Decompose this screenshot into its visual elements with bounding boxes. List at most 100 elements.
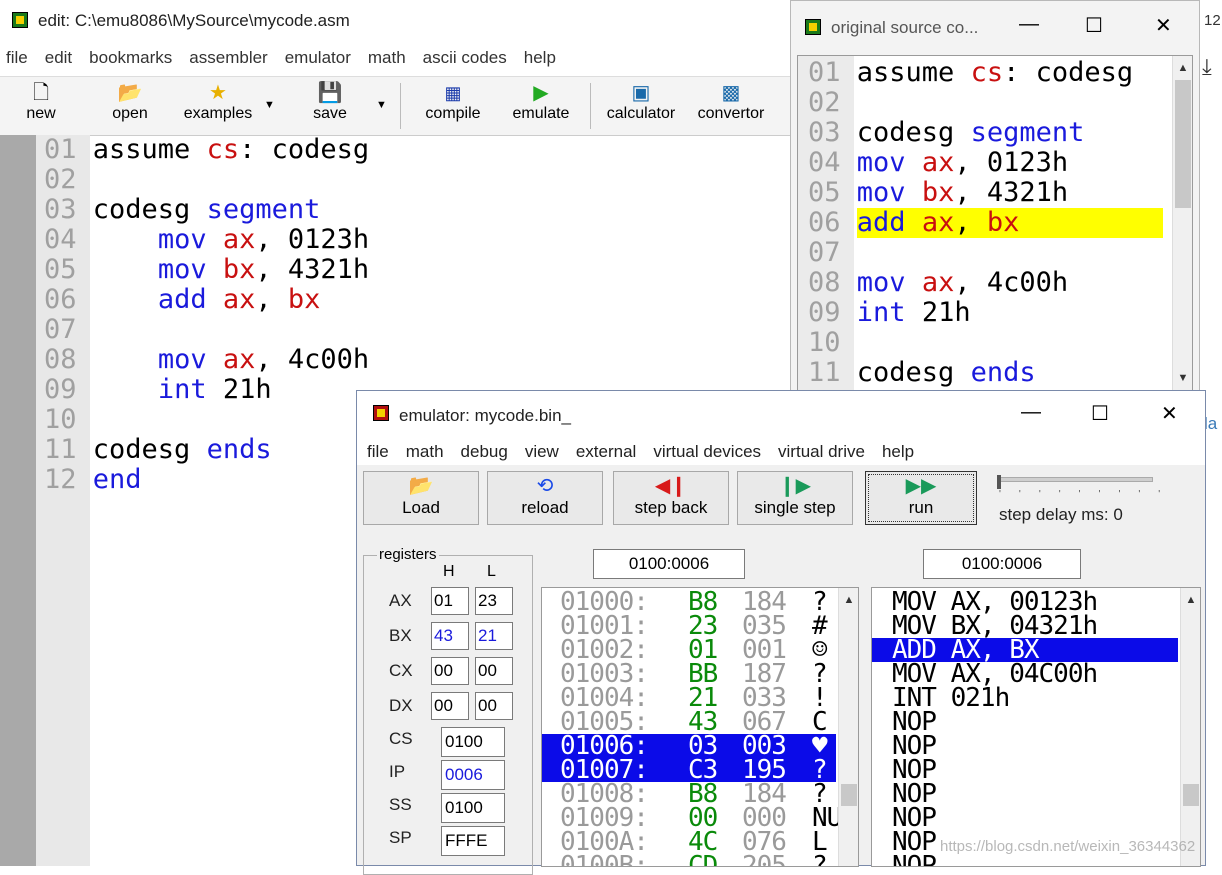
segment-register-field[interactable]: 0006 — [441, 760, 505, 790]
editor-code-line[interactable]: 07 — [44, 315, 93, 345]
editor-code-line[interactable]: 10 — [44, 405, 93, 435]
disasm-scroll-thumb[interactable] — [1183, 784, 1199, 806]
memory-list-frame: 01000: B8 184? 01001: 23 035 #01002: 01 001 ☺ 0100… — [541, 587, 859, 867]
editor-code-line[interactable]: 11 codesg ends — [44, 435, 272, 465]
register-l-field[interactable]: 23 — [475, 587, 513, 615]
register-h-field[interactable]: 00 — [431, 692, 469, 720]
emulator-minimize-button[interactable]: — — [1021, 401, 1041, 424]
editor-code-line[interactable]: 12 end — [44, 465, 142, 495]
register-h-field[interactable]: 01 — [431, 587, 469, 615]
source-close-button[interactable]: ✕ — [1155, 13, 1172, 38]
source-code-line[interactable]: 06 add ax, bx — [808, 208, 1163, 238]
convertor-button[interactable]: ▩ convertor — [688, 81, 774, 123]
menu-ascii-codes[interactable]: ascii codes — [423, 48, 507, 68]
compile-button[interactable]: ▦ compile — [414, 81, 492, 123]
code-token: ax — [921, 207, 955, 238]
emu-menu-view[interactable]: view — [525, 442, 559, 462]
calculator-button[interactable]: ▣ calculator — [598, 81, 684, 123]
register-h-field[interactable]: 00 — [431, 657, 469, 685]
emu-menu-file[interactable]: file — [367, 442, 389, 462]
menu-assembler[interactable]: assembler — [189, 48, 267, 68]
scroll-down-arrow-icon[interactable]: ▼ — [1173, 368, 1192, 388]
load-button[interactable]: 📂 Load — [363, 471, 479, 525]
menu-emulator[interactable]: emulator — [285, 48, 351, 68]
editor-code-line[interactable]: 09 int 21h — [44, 375, 272, 405]
emulate-button[interactable]: ▶ emulate — [504, 81, 578, 123]
register-l-field[interactable]: 00 — [475, 657, 513, 685]
step-delay-slider[interactable]: ''''''''' — [997, 475, 1160, 500]
memory-row[interactable]: 0100B: CD 205? — [542, 853, 836, 866]
source-scrollbar[interactable]: ▲ ▼ — [1172, 56, 1192, 390]
line-number: 02 — [808, 87, 841, 118]
emu-menu-help[interactable]: help — [882, 442, 914, 462]
emu-menu-external[interactable]: external — [576, 442, 636, 462]
emu-menu-debug[interactable]: debug — [461, 442, 508, 462]
single-step-button[interactable]: ❙▶ single step — [737, 471, 853, 525]
open-button[interactable]: 📂 open — [100, 81, 160, 123]
scroll-up-arrow-icon[interactable]: ▲ — [1181, 590, 1200, 610]
editor-code-line[interactable]: 06 add ax, bx — [44, 285, 320, 315]
source-code-line[interactable]: 11 codesg ends — [808, 358, 1036, 388]
disasm-list-frame: MOV AX, 00123h MOV BX, 04321h ADD AX, BX MO… — [871, 587, 1201, 867]
memory-scrollbar[interactable]: ▲ — [838, 588, 858, 866]
editor-code-line[interactable]: 08 mov ax, 4c00h — [44, 345, 369, 375]
source-code-line[interactable]: 09 int 21h — [808, 298, 971, 328]
disasm-address-field[interactable]: 0100:0006 — [923, 549, 1081, 579]
source-code-line[interactable]: 03 codesg segment — [808, 118, 1084, 148]
memory-list[interactable]: 01000: B8 184? 01001: 23 035 #01002: 01 001 ☺ 0100… — [542, 589, 842, 866]
menu-bookmarks[interactable]: bookmarks — [89, 48, 172, 68]
source-code-area[interactable]: 01 assume cs: codesg 02 03 codesg segment… — [798, 58, 1170, 390]
emulator-close-button[interactable]: ✕ — [1161, 401, 1178, 426]
run-icon: ▶▶ — [905, 475, 937, 497]
scroll-up-arrow-icon[interactable]: ▲ — [1173, 58, 1192, 78]
disassembly-row[interactable]: NOP — [872, 853, 1178, 866]
register-l-field[interactable]: 21 — [475, 622, 513, 650]
editor-code-line[interactable]: 02 — [44, 165, 93, 195]
memory-address-field[interactable]: 0100:0006 — [593, 549, 745, 579]
editor-code-line[interactable]: 04 mov ax, 0123h — [44, 225, 369, 255]
code-token: codesg — [92, 434, 207, 465]
editor-code-line[interactable]: 03 codesg segment — [44, 195, 320, 225]
memory-scroll-thumb[interactable] — [841, 784, 857, 806]
save-dropdown-arrow[interactable]: ▼ — [376, 99, 387, 111]
save-button[interactable]: 💾 save — [304, 81, 356, 123]
emu-menu-virtual-devices[interactable]: virtual devices — [653, 442, 761, 462]
segment-register-field[interactable]: FFFE — [441, 826, 505, 856]
menu-math[interactable]: math — [368, 48, 406, 68]
segment-register-field[interactable]: 0100 — [441, 727, 505, 757]
source-code-line[interactable]: 08 mov ax, 4c00h — [808, 268, 1068, 298]
source-code-line[interactable]: 02 — [808, 88, 857, 118]
run-button[interactable]: ▶▶ run — [865, 471, 977, 525]
source-minimize-button[interactable]: — — [1019, 13, 1039, 36]
segment-register-field[interactable]: 0100 — [441, 793, 505, 823]
reload-button[interactable]: ⟲ reload — [487, 471, 603, 525]
register-l-field[interactable]: 00 — [475, 692, 513, 720]
line-number: 08 — [808, 267, 841, 298]
scroll-up-arrow-icon[interactable]: ▲ — [839, 590, 858, 610]
source-maximize-button[interactable]: ☐ — [1085, 13, 1103, 38]
slider-thumb[interactable] — [997, 475, 1001, 489]
source-code-line[interactable]: 05 mov bx, 4321h — [808, 178, 1068, 208]
emu-menu-math[interactable]: math — [406, 442, 444, 462]
register-h-field[interactable]: 43 — [431, 622, 469, 650]
disassembly-list[interactable]: MOV AX, 00123h MOV BX, 04321h ADD AX, BX MO… — [872, 589, 1178, 866]
gutter-gap — [77, 314, 93, 345]
examples-dropdown-arrow[interactable]: ▼ — [264, 99, 275, 111]
emulator-maximize-button[interactable]: ☐ — [1091, 401, 1109, 426]
source-code-line[interactable]: 10 — [808, 328, 857, 358]
menu-file[interactable]: file — [6, 48, 28, 68]
editor-code-line[interactable]: 05 mov bx, 4321h — [44, 255, 369, 285]
menu-help[interactable]: help — [524, 48, 556, 68]
gutter-gap — [77, 194, 93, 225]
examples-button[interactable]: ★ examples — [176, 81, 260, 123]
emu-menu-virtual-drive[interactable]: virtual drive — [778, 442, 865, 462]
disasm-scrollbar[interactable]: ▲ — [1180, 588, 1200, 866]
step-back-button[interactable]: ◀❙ step back — [613, 471, 729, 525]
source-code-line[interactable]: 07 — [808, 238, 857, 268]
source-scroll-thumb[interactable] — [1175, 80, 1191, 208]
new-button[interactable]: 🗋 new — [14, 81, 68, 123]
editor-code-line[interactable]: 01 assume cs: codesg — [44, 135, 369, 165]
source-code-line[interactable]: 04 mov ax, 0123h — [808, 148, 1068, 178]
menu-edit[interactable]: edit — [45, 48, 72, 68]
source-code-line[interactable]: 01 assume cs: codesg — [808, 58, 1133, 88]
